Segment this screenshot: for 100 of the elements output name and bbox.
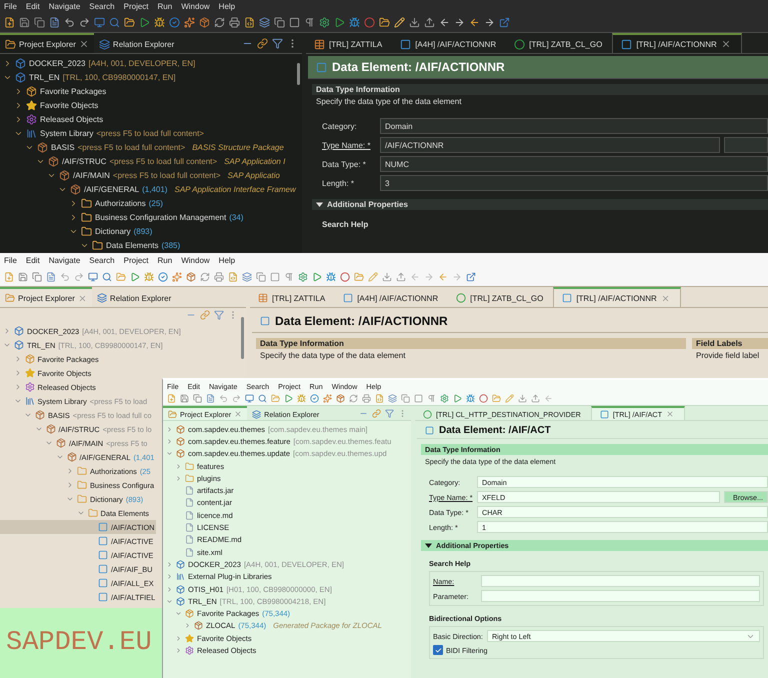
monitor-icon[interactable]: [88, 272, 98, 282]
folder-icon[interactable]: [379, 17, 390, 28]
tree-item[interactable]: Authorizations (25): [0, 196, 164, 210]
copy-icon[interactable]: [256, 272, 266, 282]
chevron-icon[interactable]: [3, 341, 11, 349]
layers-icon[interactable]: [259, 17, 270, 28]
copy-icon[interactable]: [274, 17, 285, 28]
chevron-icon[interactable]: [166, 573, 173, 580]
pilcrow-icon[interactable]: [284, 272, 294, 282]
run-icon[interactable]: [284, 394, 293, 403]
editor-tab[interactable]: [TRL] ZATTILA: [306, 33, 392, 53]
square-icon[interactable]: [289, 17, 300, 28]
document-icon[interactable]: [46, 272, 56, 282]
chevron-icon[interactable]: [166, 598, 173, 605]
checkbox[interactable]: [433, 645, 443, 655]
text-field[interactable]: [481, 590, 760, 602]
menu-item[interactable]: Project: [124, 2, 149, 11]
refresh-icon[interactable]: [214, 17, 225, 28]
menu-item[interactable]: Search: [89, 256, 115, 265]
section-header[interactable]: Additional Properties: [312, 199, 768, 210]
close-icon[interactable]: [78, 39, 89, 49]
tree-item[interactable]: Favorite Objects: [0, 98, 100, 112]
chevron-icon[interactable]: [184, 622, 191, 630]
menu-item[interactable]: Window: [181, 256, 210, 265]
menu-item[interactable]: Run: [158, 256, 172, 265]
filter-icon[interactable]: [214, 310, 224, 320]
link-icon[interactable]: [257, 38, 268, 48]
chevron-icon[interactable]: [66, 467, 74, 475]
layers-icon[interactable]: [388, 394, 397, 403]
new-file-icon[interactable]: [4, 17, 15, 28]
chevron-icon[interactable]: [175, 462, 182, 470]
menu-item[interactable]: Search: [89, 2, 115, 11]
run-icon[interactable]: [312, 272, 322, 282]
forward-icon[interactable]: [484, 17, 495, 28]
close-icon[interactable]: [720, 39, 731, 49]
code-file-icon[interactable]: [244, 17, 255, 28]
run-icon[interactable]: [139, 17, 150, 28]
chevron-icon[interactable]: [14, 100, 23, 110]
scrollbar-thumb[interactable]: [241, 317, 244, 359]
editor-tab[interactable]: [A4H] /AIF/ACTIONNR: [392, 33, 506, 53]
save-icon[interactable]: [180, 394, 189, 403]
browse-button[interactable]: [724, 137, 768, 153]
back-icon[interactable]: [439, 17, 450, 28]
printer-icon[interactable]: [362, 394, 371, 403]
monitor-icon[interactable]: [94, 17, 105, 28]
tree-item[interactable]: Favorite Packages: [0, 84, 108, 98]
check-icon[interactable]: [310, 394, 319, 403]
text-field[interactable]: 3: [380, 175, 768, 191]
scrollbar-thumb[interactable]: [297, 63, 300, 85]
tree-item[interactable]: Released Objects: [0, 112, 104, 126]
copy-icon[interactable]: [193, 394, 202, 403]
text-field[interactable]: [481, 575, 760, 587]
bug-icon[interactable]: [466, 394, 475, 403]
chevron-icon[interactable]: [24, 411, 32, 419]
document-icon[interactable]: [49, 17, 60, 28]
chevron-icon[interactable]: [166, 426, 173, 433]
chevron-icon[interactable]: [166, 560, 173, 568]
chevron-icon[interactable]: [166, 438, 173, 445]
package-icon[interactable]: [199, 17, 210, 28]
editor-tab[interactable]: [TRL] ZATB_CL_GO: [506, 33, 612, 53]
chevron-icon[interactable]: [56, 453, 64, 461]
tree-item[interactable]: TRL_EN [TRL, 100, CB9980000147, EN]: [0, 70, 177, 84]
folder-icon[interactable]: [124, 17, 135, 28]
view-tab[interactable]: Project Explorer: [0, 287, 92, 307]
view-tab[interactable]: Relation Explorer: [92, 287, 176, 307]
pilcrow-icon[interactable]: [304, 17, 315, 28]
chevron-icon[interactable]: [14, 86, 23, 96]
check-icon[interactable]: [169, 17, 180, 28]
gear-icon[interactable]: [298, 272, 308, 282]
circle-icon[interactable]: [340, 272, 350, 282]
tree-item[interactable]: System Library <press F5 to load full content>: [0, 126, 205, 140]
upload-icon[interactable]: [531, 394, 540, 403]
tree-item[interactable]: /AIF/STRUC <press F5 to load full content> SAP Application I: [0, 154, 286, 168]
chevron-icon[interactable]: [69, 212, 78, 222]
search-icon[interactable]: [109, 17, 120, 28]
tree-item[interactable]: Data Elements (385): [0, 238, 182, 252]
check-icon[interactable]: [158, 272, 168, 282]
chevron-icon[interactable]: [3, 58, 12, 68]
view-tab[interactable]: Project Explorer: [0, 33, 94, 53]
layers-icon[interactable]: [242, 272, 252, 282]
document-icon[interactable]: [206, 394, 215, 403]
upload-icon[interactable]: [396, 272, 406, 282]
external-link-icon[interactable]: [499, 17, 510, 28]
chevron-icon[interactable]: [175, 634, 182, 642]
printer-icon[interactable]: [214, 272, 224, 282]
menu-item[interactable]: Help: [218, 256, 236, 265]
field-link[interactable]: Type Name: *: [322, 140, 376, 150]
menu-item[interactable]: Navigate: [48, 2, 80, 11]
chevron-icon[interactable]: [69, 198, 78, 208]
external-link-icon[interactable]: [466, 272, 476, 282]
menu-item[interactable]: Window: [181, 2, 210, 11]
chevron-icon[interactable]: [14, 397, 22, 405]
text-field[interactable]: /AIF/ACTIONNR: [380, 137, 720, 153]
editor-tab[interactable]: [TRL] /AIF/ACTIONNR: [612, 33, 742, 53]
download-icon[interactable]: [518, 394, 527, 403]
save-icon[interactable]: [18, 272, 28, 282]
undo-icon[interactable]: [64, 17, 75, 28]
menu-item[interactable]: Help: [218, 2, 236, 11]
sparkle-icon[interactable]: [172, 272, 182, 282]
circle-icon[interactable]: [479, 394, 488, 403]
